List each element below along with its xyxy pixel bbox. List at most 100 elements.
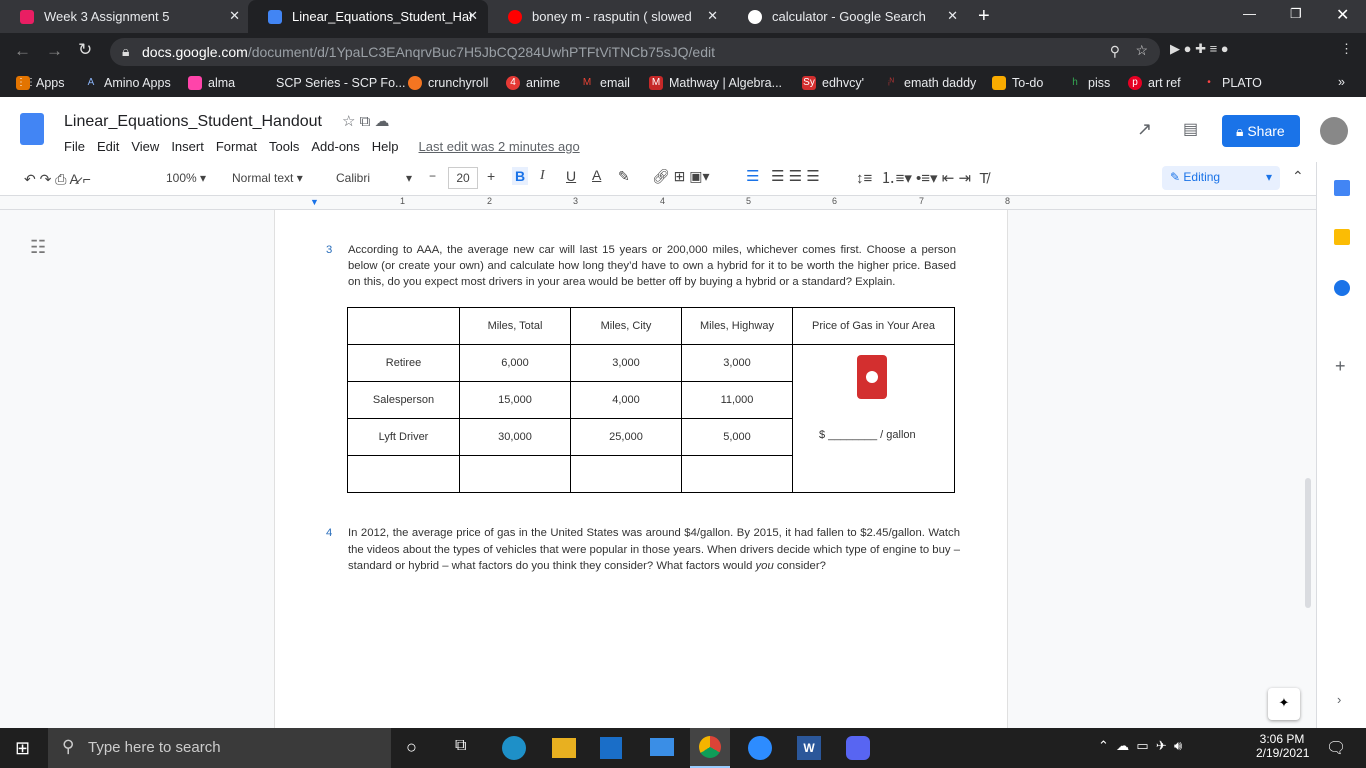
last-edit-link[interactable]: Last edit was 2 minutes ago <box>419 139 580 154</box>
align-buttons[interactable]: ☰ ☰ ☰ <box>771 167 820 185</box>
style-select[interactable]: Normal text ▾ <box>232 171 303 185</box>
close-icon[interactable]: ✕ <box>229 8 240 24</box>
side-panel: + › <box>1316 162 1366 728</box>
reload-button[interactable]: ↻ <box>78 40 92 60</box>
font-size-decrease[interactable]: − <box>429 169 436 183</box>
discord-icon[interactable] <box>846 736 870 760</box>
star-icon[interactable]: ☆ <box>1135 42 1148 59</box>
bookmark-apps[interactable]: ⋮⋮ Apps <box>16 76 65 90</box>
clock[interactable]: 3:06 PM 2/19/2021 <box>1256 732 1309 760</box>
zoom-icon[interactable]: ⚲ <box>1110 43 1120 60</box>
edge-icon[interactable] <box>502 736 526 760</box>
font-size-increase[interactable]: + <box>487 168 495 184</box>
align-left-button[interactable]: ☰ <box>746 167 759 185</box>
font-select[interactable]: Calibri ▾ <box>336 171 416 185</box>
new-tab-button[interactable]: + <box>978 5 990 28</box>
explore-button[interactable]: ✦ <box>1268 688 1300 720</box>
ruler[interactable]: ▼ 12345678 <box>0 196 1316 210</box>
url-input[interactable]: 🔒︎ docs.google.com/document/d/1YpaLC3EAnq… <box>110 38 1160 66</box>
underline-button[interactable]: U <box>566 168 576 184</box>
forward-button[interactable]: → <box>46 41 63 61</box>
search-icon: ⚲ <box>62 737 75 756</box>
more-bookmarks-icon[interactable]: » <box>1338 75 1345 89</box>
close-icon[interactable]: ✕ <box>467 8 478 24</box>
classroom-icon <box>20 9 34 24</box>
bookmark-edhvcy[interactable]: Sy edhvcy' <box>802 76 864 90</box>
bookmark-mathway[interactable]: M Mathway | Algebra... <box>649 76 782 90</box>
menu-format[interactable]: Format <box>216 139 257 154</box>
add-addon-icon[interactable]: + <box>1335 356 1346 377</box>
menu-help[interactable]: Help <box>372 139 399 154</box>
share-button[interactable]: 🔒︎ Share <box>1222 115 1300 147</box>
close-icon[interactable]: ✕ <box>947 8 958 24</box>
text-color-button[interactable]: A <box>592 167 601 183</box>
file-explorer-icon[interactable] <box>552 738 576 758</box>
restore-button[interactable]: ❐ <box>1290 6 1302 22</box>
extension-icons[interactable]: ▶ ● ✚ ≡ ● <box>1170 41 1229 57</box>
indent-marker[interactable]: ▼ <box>310 197 319 207</box>
bookmark-email[interactable]: Memail <box>580 76 630 90</box>
tasks-icon[interactable] <box>1334 280 1350 296</box>
menu-addons[interactable]: Add-ons <box>311 139 359 154</box>
undo-redo-print-icons[interactable]: ↶ ↷ ⎙ A̷ ⌐ <box>24 171 91 188</box>
tab-google[interactable]: calculator - Google Search ✕ <box>728 0 968 33</box>
menu-edit[interactable]: Edit <box>97 139 119 154</box>
collapse-icon[interactable]: ⌃ <box>1292 168 1304 185</box>
bookmark-alma[interactable]: alma <box>188 76 235 90</box>
lock-icon: 🔒︎ <box>122 43 130 59</box>
chrome-taskbar-button[interactable] <box>690 728 730 768</box>
bold-button[interactable]: B <box>512 167 529 185</box>
font-size-input[interactable]: 20 <box>448 167 478 189</box>
line-spacing-list-icons[interactable]: ↕≡ ⒈≡▾ •≡▾ ⇤ ⇥ T̸ <box>856 167 989 188</box>
expand-icon[interactable]: › <box>1337 692 1341 707</box>
bookmark-piss[interactable]: h piss <box>1068 76 1110 90</box>
outline-icon[interactable]: ☷ <box>30 237 46 258</box>
comments-icon[interactable]: ▤ <box>1183 119 1198 139</box>
keep-icon[interactable] <box>1334 229 1350 245</box>
avatar[interactable] <box>1320 117 1348 145</box>
scrollbar[interactable] <box>1305 478 1311 608</box>
back-button[interactable]: ← <box>14 41 31 61</box>
calendar-icon[interactable] <box>1334 180 1350 196</box>
star-icon[interactable]: ☆ ⧉ ☁ <box>342 112 390 130</box>
close-window-button[interactable]: ✕ <box>1336 5 1349 25</box>
zoom-app-icon[interactable] <box>748 736 772 760</box>
tab-youtube[interactable]: boney m - rasputin ( slowed ✕ <box>488 0 728 33</box>
menu-tools[interactable]: Tools <box>269 139 299 154</box>
bookmark-anime[interactable]: 4 anime <box>506 76 560 90</box>
bookmark-crunchyroll[interactable]: crunchyroll <box>408 76 488 90</box>
zoom-select[interactable]: 100% ▾ <box>166 171 206 185</box>
menu-icon[interactable]: ⋮ <box>1340 41 1353 57</box>
bookmark-artref[interactable]: p art ref <box>1128 76 1181 90</box>
menu-file[interactable]: File <box>64 139 85 154</box>
store-icon[interactable] <box>600 737 622 759</box>
menu-insert[interactable]: Insert <box>171 139 204 154</box>
italic-button[interactable]: I <box>540 168 545 184</box>
tab-week3[interactable]: Week 3 Assignment 5 ✕ <box>0 0 250 33</box>
highlight-icon[interactable]: ✎ <box>618 168 630 185</box>
word-icon[interactable]: W <box>797 736 821 760</box>
bookmark-emath[interactable]: ᵢᴺ emath daddy <box>884 76 976 90</box>
mail-icon[interactable] <box>650 738 674 756</box>
activity-icon[interactable]: ↗ <box>1137 119 1152 140</box>
taskbar-search-input[interactable]: ⚲ Type here to search <box>48 728 391 768</box>
system-tray-icons[interactable]: ⌃ ☁ ▭ ✈ 🔊︎ <box>1098 738 1182 754</box>
bookmark-todo[interactable]: To-do <box>992 76 1043 90</box>
link-comment-image-icons[interactable]: 🔗︎ ⊞ ▣▾ <box>652 168 710 185</box>
menu-view[interactable]: View <box>131 139 159 154</box>
bookmark-amino[interactable]: A Amino Apps <box>84 76 171 90</box>
tab-title: Linear_Equations_Student_Handout <box>292 9 472 24</box>
minimize-button[interactable]: — <box>1243 6 1256 21</box>
tab-docs[interactable]: Linear_Equations_Student_Handout✕ <box>248 0 488 33</box>
notifications-icon[interactable]: 🗨︎ <box>1326 738 1346 758</box>
bookmark-plato[interactable]: • PLATO <box>1202 76 1262 90</box>
bookmark-scp[interactable]: SCP Series - SCP Fo... <box>276 76 405 90</box>
close-icon[interactable]: ✕ <box>707 8 718 24</box>
document-title[interactable]: Linear_Equations_Student_Handout <box>64 113 322 131</box>
docs-logo-icon[interactable] <box>20 113 44 145</box>
google-icon <box>748 9 762 24</box>
cortana-icon[interactable]: ○ <box>406 737 417 758</box>
windows-start-icon[interactable]: ⊞ <box>15 738 30 759</box>
editing-mode-select[interactable]: ✎ Editing ▾ <box>1162 166 1280 190</box>
task-view-icon[interactable]: ⧉ <box>455 737 466 755</box>
